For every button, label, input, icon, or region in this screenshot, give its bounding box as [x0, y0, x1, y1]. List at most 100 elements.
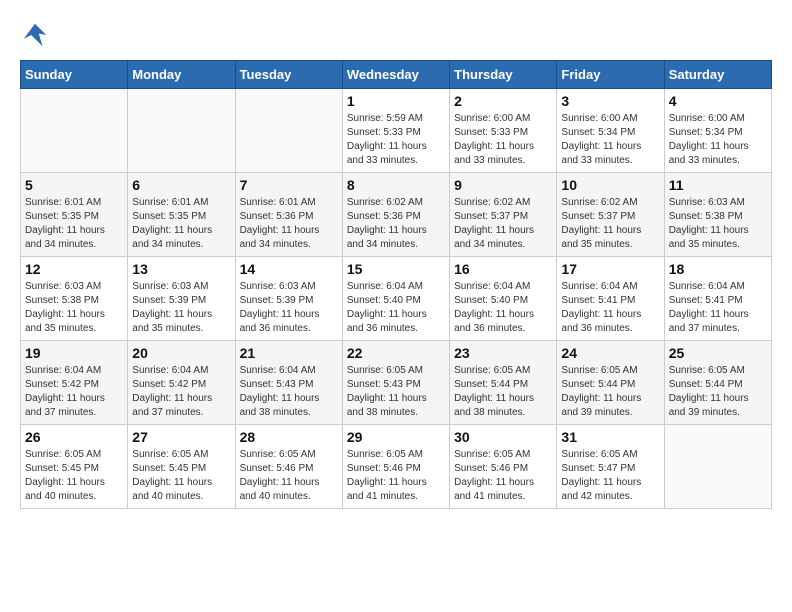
day-number: 17	[561, 261, 659, 277]
calendar-cell: 20Sunrise: 6:04 AM Sunset: 5:42 PM Dayli…	[128, 341, 235, 425]
day-info: Sunrise: 6:03 AM Sunset: 5:38 PM Dayligh…	[669, 196, 767, 252]
day-info: Sunrise: 6:04 AM Sunset: 5:40 PM Dayligh…	[454, 280, 552, 336]
day-info: Sunrise: 6:01 AM Sunset: 5:35 PM Dayligh…	[25, 196, 123, 252]
weekday-thursday: Thursday	[450, 61, 557, 89]
day-number: 16	[454, 261, 552, 277]
calendar-cell: 22 Sunrise: 6:05 AM Sunset: 5:43 PM Dayli…	[342, 341, 449, 425]
day-info: Sunrise: 6:02 AM Sunset: 5:36 PM Dayligh…	[347, 196, 445, 252]
calendar-cell: 9 Sunrise: 6:02 AM Sunset: 5:37 PM Daylig…	[450, 173, 557, 257]
day-number: 21	[240, 345, 338, 361]
day-info: Sunrise: 6:00 AM Sunset: 5:33 PM Dayligh…	[454, 112, 552, 168]
day-number: 28	[240, 429, 338, 445]
day-number: 11	[669, 177, 767, 193]
day-number: 9	[454, 177, 552, 193]
calendar-cell: 4 Sunrise: 6:00 AM Sunset: 5:34 PM Daylig…	[664, 89, 771, 173]
weekday-sunday: Sunday	[21, 61, 128, 89]
calendar-cell: 8 Sunrise: 6:02 AM Sunset: 5:36 PM Daylig…	[342, 173, 449, 257]
calendar-cell	[128, 89, 235, 173]
logo-bird-icon	[20, 20, 50, 50]
day-number: 19	[25, 345, 123, 361]
calendar-cell: 26Sunrise: 6:05 AM Sunset: 5:45 PM Dayli…	[21, 425, 128, 509]
day-info: Sunrise: 6:03 AM Sunset: 5:39 PM Dayligh…	[132, 280, 230, 336]
day-number: 23	[454, 345, 552, 361]
logo	[20, 20, 54, 50]
day-number: 29	[347, 429, 445, 445]
day-number: 13	[132, 261, 230, 277]
day-number: 12	[25, 261, 123, 277]
day-number: 30	[454, 429, 552, 445]
day-info: Sunrise: 6:04 AM Sunset: 5:42 PM Dayligh…	[132, 364, 230, 420]
day-number: 15	[347, 261, 445, 277]
calendar-cell: 29 Sunrise: 6:05 AM Sunset: 5:46 PM Dayli…	[342, 425, 449, 509]
day-info: Sunrise: 6:05 AM Sunset: 5:44 PM Dayligh…	[669, 364, 767, 420]
weekday-saturday: Saturday	[664, 61, 771, 89]
day-info: Sunrise: 6:04 AM Sunset: 5:41 PM Dayligh…	[669, 280, 767, 336]
calendar-cell	[664, 425, 771, 509]
day-info: Sunrise: 6:05 AM Sunset: 5:45 PM Dayligh…	[132, 448, 230, 504]
calendar-cell: 17 Sunrise: 6:04 AM Sunset: 5:41 PM Dayli…	[557, 257, 664, 341]
day-number: 6	[132, 177, 230, 193]
day-info: Sunrise: 6:03 AM Sunset: 5:38 PM Dayligh…	[25, 280, 123, 336]
calendar-week-1: 1 Sunrise: 5:59 AM Sunset: 5:33 PM Daylig…	[21, 89, 772, 173]
day-number: 8	[347, 177, 445, 193]
weekday-monday: Monday	[128, 61, 235, 89]
day-info: Sunrise: 6:05 AM Sunset: 5:44 PM Dayligh…	[454, 364, 552, 420]
day-info: Sunrise: 6:05 AM Sunset: 5:47 PM Dayligh…	[561, 448, 659, 504]
calendar-cell	[21, 89, 128, 173]
calendar-cell: 6 Sunrise: 6:01 AM Sunset: 5:35 PM Daylig…	[128, 173, 235, 257]
day-info: Sunrise: 6:01 AM Sunset: 5:35 PM Dayligh…	[132, 196, 230, 252]
calendar-cell: 2 Sunrise: 6:00 AM Sunset: 5:33 PM Daylig…	[450, 89, 557, 173]
day-info: Sunrise: 6:04 AM Sunset: 5:43 PM Dayligh…	[240, 364, 338, 420]
day-number: 24	[561, 345, 659, 361]
calendar-cell: 3Sunrise: 6:00 AM Sunset: 5:34 PM Daylig…	[557, 89, 664, 173]
day-number: 7	[240, 177, 338, 193]
day-info: Sunrise: 6:02 AM Sunset: 5:37 PM Dayligh…	[454, 196, 552, 252]
day-info: Sunrise: 6:00 AM Sunset: 5:34 PM Dayligh…	[669, 112, 767, 168]
day-info: Sunrise: 6:05 AM Sunset: 5:43 PM Dayligh…	[347, 364, 445, 420]
calendar-cell: 12 Sunrise: 6:03 AM Sunset: 5:38 PM Dayli…	[21, 257, 128, 341]
day-info: Sunrise: 6:05 AM Sunset: 5:46 PM Dayligh…	[240, 448, 338, 504]
calendar-cell	[235, 89, 342, 173]
calendar-cell: 23 Sunrise: 6:05 AM Sunset: 5:44 PM Dayli…	[450, 341, 557, 425]
calendar-cell: 18 Sunrise: 6:04 AM Sunset: 5:41 PM Dayli…	[664, 257, 771, 341]
calendar-header: SundayMondayTuesdayWednesdayThursdayFrid…	[21, 61, 772, 89]
calendar-cell: 1 Sunrise: 5:59 AM Sunset: 5:33 PM Daylig…	[342, 89, 449, 173]
calendar-week-2: 5 Sunrise: 6:01 AM Sunset: 5:35 PM Daylig…	[21, 173, 772, 257]
day-number: 10	[561, 177, 659, 193]
calendar-cell: 28 Sunrise: 6:05 AM Sunset: 5:46 PM Dayli…	[235, 425, 342, 509]
day-number: 1	[347, 93, 445, 109]
calendar-cell: 13 Sunrise: 6:03 AM Sunset: 5:39 PM Dayli…	[128, 257, 235, 341]
calendar-week-3: 12 Sunrise: 6:03 AM Sunset: 5:38 PM Dayli…	[21, 257, 772, 341]
calendar-week-4: 19 Sunrise: 6:04 AM Sunset: 5:42 PM Dayli…	[21, 341, 772, 425]
calendar-body: 1 Sunrise: 5:59 AM Sunset: 5:33 PM Daylig…	[21, 89, 772, 509]
calendar-cell: 25Sunrise: 6:05 AM Sunset: 5:44 PM Dayli…	[664, 341, 771, 425]
day-number: 27	[132, 429, 230, 445]
day-number: 4	[669, 93, 767, 109]
calendar-cell: 30Sunrise: 6:05 AM Sunset: 5:46 PM Dayli…	[450, 425, 557, 509]
calendar-cell: 5 Sunrise: 6:01 AM Sunset: 5:35 PM Daylig…	[21, 173, 128, 257]
day-info: Sunrise: 6:04 AM Sunset: 5:41 PM Dayligh…	[561, 280, 659, 336]
day-number: 31	[561, 429, 659, 445]
day-info: Sunrise: 6:05 AM Sunset: 5:46 PM Dayligh…	[347, 448, 445, 504]
day-number: 3	[561, 93, 659, 109]
calendar-cell: 19Sunrise: 6:04 AM Sunset: 5:42 PM Dayli…	[21, 341, 128, 425]
calendar-cell: 14Sunrise: 6:03 AM Sunset: 5:39 PM Dayli…	[235, 257, 342, 341]
day-number: 5	[25, 177, 123, 193]
day-number: 22	[347, 345, 445, 361]
calendar-cell: 16 Sunrise: 6:04 AM Sunset: 5:40 PM Dayli…	[450, 257, 557, 341]
page-header	[20, 20, 772, 50]
calendar-cell: 21 Sunrise: 6:04 AM Sunset: 5:43 PM Dayli…	[235, 341, 342, 425]
day-number: 18	[669, 261, 767, 277]
weekday-tuesday: Tuesday	[235, 61, 342, 89]
calendar-cell: 10 Sunrise: 6:02 AM Sunset: 5:37 PM Dayli…	[557, 173, 664, 257]
calendar-cell: 27 Sunrise: 6:05 AM Sunset: 5:45 PM Dayli…	[128, 425, 235, 509]
day-info: Sunrise: 6:05 AM Sunset: 5:45 PM Dayligh…	[25, 448, 123, 504]
calendar-week-5: 26Sunrise: 6:05 AM Sunset: 5:45 PM Dayli…	[21, 425, 772, 509]
day-info: Sunrise: 6:05 AM Sunset: 5:44 PM Dayligh…	[561, 364, 659, 420]
day-info: Sunrise: 5:59 AM Sunset: 5:33 PM Dayligh…	[347, 112, 445, 168]
day-number: 2	[454, 93, 552, 109]
day-info: Sunrise: 6:02 AM Sunset: 5:37 PM Dayligh…	[561, 196, 659, 252]
calendar-table: SundayMondayTuesdayWednesdayThursdayFrid…	[20, 60, 772, 509]
day-info: Sunrise: 6:01 AM Sunset: 5:36 PM Dayligh…	[240, 196, 338, 252]
calendar-cell: 7 Sunrise: 6:01 AM Sunset: 5:36 PM Daylig…	[235, 173, 342, 257]
